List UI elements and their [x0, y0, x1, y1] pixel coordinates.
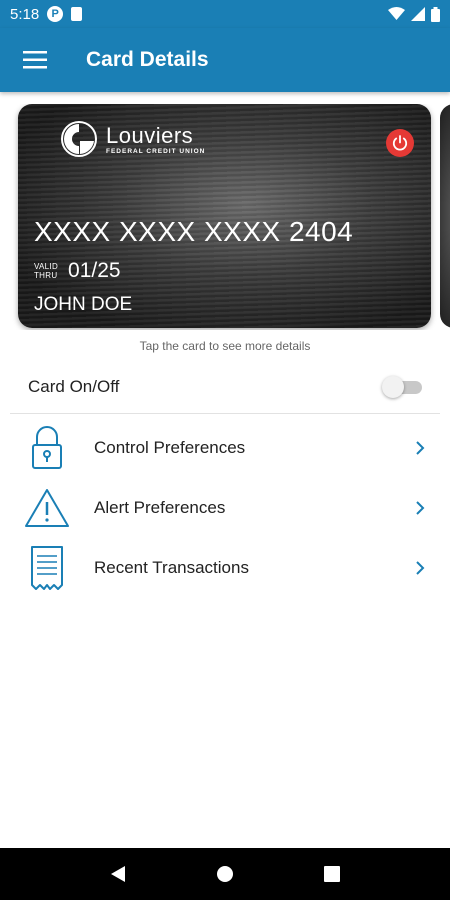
- card-hint: Tap the card to see more details: [139, 339, 311, 353]
- issuer-name: Louviers: [106, 122, 194, 148]
- switch-thumb: [382, 376, 404, 398]
- parking-app-icon: P: [47, 6, 64, 22]
- divider: [10, 413, 440, 414]
- signal-icon: [411, 7, 425, 21]
- alert-preferences-item[interactable]: Alert Preferences: [0, 478, 450, 538]
- sd-card-icon: [71, 7, 83, 21]
- warning-icon: [25, 489, 69, 527]
- card-power-button[interactable]: [386, 129, 414, 157]
- valid-label-line-1: VALID: [34, 262, 59, 271]
- chevron-right-icon: [416, 561, 425, 575]
- wifi-icon: [388, 7, 405, 20]
- menu-button[interactable]: [0, 28, 70, 92]
- card-on-off-switch[interactable]: [382, 375, 422, 399]
- next-card-preview[interactable]: [440, 104, 450, 328]
- menu-item-label: Recent Transactions: [94, 558, 249, 577]
- card-logo: Louviers FEDERAL CREDIT UNION: [60, 120, 205, 158]
- menu-item-label: Alert Preferences: [94, 498, 226, 517]
- app-bar: Card Details: [0, 28, 450, 92]
- status-bar: 5:18 P: [0, 0, 450, 28]
- card-toggle-label: Card On/Off: [28, 377, 120, 396]
- home-icon: [216, 866, 233, 882]
- lock-icon: [32, 426, 62, 469]
- expiry-date: 01/25: [68, 259, 121, 282]
- card-toggle-row: Card On/Off: [0, 364, 450, 410]
- power-icon: [392, 135, 408, 151]
- chevron-right-icon: [416, 501, 425, 515]
- card-carousel[interactable]: Louviers FEDERAL CREDIT UNION XXXX XXXX …: [0, 104, 450, 330]
- debit-card[interactable]: Louviers FEDERAL CREDIT UNION XXXX XXXX …: [18, 104, 431, 328]
- receipt-icon: [31, 546, 63, 590]
- valid-thru-label: VALID THRU: [34, 262, 58, 280]
- back-icon: [110, 866, 125, 882]
- home-button[interactable]: [205, 854, 245, 894]
- card-holder-name: JOHN DOE: [34, 294, 133, 315]
- back-button[interactable]: [98, 854, 138, 894]
- menu-item-label: Control Preferences: [94, 438, 246, 457]
- recents-button[interactable]: [312, 854, 352, 894]
- card-expiry: VALID THRU 01/25: [34, 259, 121, 283]
- recent-transactions-item[interactable]: Recent Transactions: [0, 538, 450, 598]
- status-time: 5:18: [10, 5, 40, 23]
- card-options-list: Control Preferences Alert Preferences Re…: [0, 418, 450, 598]
- hamburger-icon: [23, 51, 47, 69]
- system-nav-bar: [0, 848, 450, 900]
- page-title: Card Details: [86, 48, 209, 71]
- battery-icon: [431, 6, 440, 22]
- louviers-logo-icon: [61, 121, 97, 157]
- recents-icon: [324, 866, 341, 882]
- valid-label-line-2: THRU: [34, 271, 58, 280]
- card-number: XXXX XXXX XXXX 2404: [34, 216, 354, 247]
- chevron-right-icon: [416, 441, 425, 455]
- issuer-subtitle: FEDERAL CREDIT UNION: [106, 147, 206, 155]
- control-preferences-item[interactable]: Control Preferences: [0, 418, 450, 478]
